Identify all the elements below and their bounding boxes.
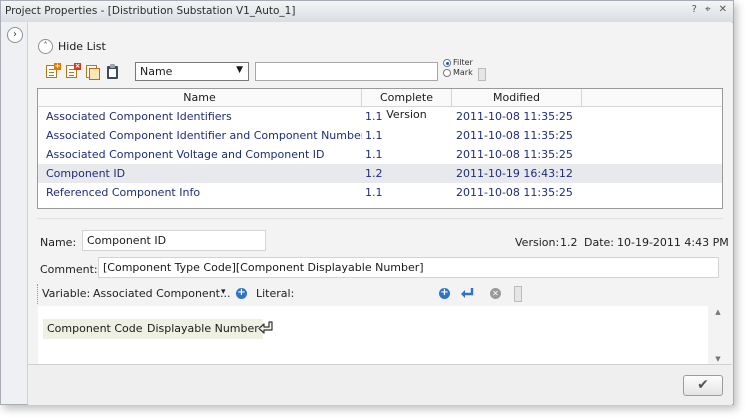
expand-panel-button[interactable]: › [7,27,23,43]
add-variable-icon[interactable]: + [236,288,247,299]
cell-modified: 2011-10-08 11:35:25 [456,148,573,161]
chip-area-scrollbar[interactable]: ▲ ▼ [712,306,724,365]
properties-grid: Name Complete Version Modified Associate… [37,88,723,209]
table-row[interactable]: Associated Component Identifier and Comp… [38,126,722,145]
main-content: ˄ Hide List + × Name ▼ Filter Mark Name … [28,22,732,405]
cell-modified: 2011-10-08 11:35:25 [456,186,573,199]
radio-filter-dot [443,59,451,67]
paste-clipboard-icon[interactable] [104,63,121,80]
hide-list-toggle[interactable]: ˄ Hide List [38,39,106,54]
expression-chip[interactable]: Component Code [43,319,147,339]
radio-filter[interactable]: Filter [443,58,473,68]
cell-name: Component ID [46,167,126,180]
cell-name: Associated Component Identifier and Comp… [46,129,362,142]
cell-version: 1.1 [365,148,383,161]
column-header-empty [582,89,722,106]
window-title: Project Properties - [Distribution Subst… [5,5,296,17]
expression-chip[interactable]: Displayable Number [143,319,263,339]
field-select-value: Name [140,65,173,78]
clear-icon[interactable]: ✕ [490,288,501,299]
dialog-footer: ✔ [28,364,732,405]
cell-name: Referenced Component Info [46,186,201,199]
table-row[interactable]: Referenced Component Info 1.1 2011-10-08… [38,183,722,202]
radio-mark[interactable]: Mark [443,68,473,78]
cell-name: Associated Component Voltage and Compone… [46,148,325,161]
cell-version: 1.1 [365,129,383,142]
field-select[interactable]: Name ▼ [135,62,249,81]
delete-document-icon[interactable]: × [64,62,81,80]
version-label: Version: [515,236,560,249]
filter-mode-radios: Filter Mark [443,58,473,78]
chevron-down-icon[interactable]: ▾ [221,287,226,297]
pin-button[interactable]: ⌖ [705,4,711,15]
cell-modified: 2011-10-08 11:35:25 [456,110,573,123]
column-header-name[interactable]: Name [38,89,362,106]
date-value: 10-19-2011 4:43 PM [617,236,729,249]
filter-input[interactable] [255,62,438,81]
comment-field[interactable]: [Component Type Code][Component Displaya… [98,257,719,278]
hide-list-label: Hide List [58,40,106,53]
scroll-down-icon[interactable]: ▼ [712,355,724,363]
cell-name: Associated Component Identifiers [46,110,232,123]
literal-label: Literal: [256,287,295,300]
title-bar[interactable]: Project Properties - [Distribution Subst… [1,1,733,23]
table-row[interactable]: Associated Component Identifiers 1.1 201… [38,107,722,126]
radio-mark-label: Mark [453,68,473,77]
chevron-up-icon: ˄ [38,39,53,54]
ok-button[interactable]: ✔ [683,375,723,396]
comment-label: Comment: [40,263,98,276]
project-properties-window: Project Properties - [Distribution Subst… [0,0,734,405]
newline-token-icon[interactable] [257,319,275,337]
cell-version: 1.2 [365,167,383,180]
radio-mark-dot [443,69,451,77]
table-row[interactable]: Associated Component Voltage and Compone… [38,145,722,164]
variable-literal-strip: Variable: Associated Component... ▾ + Li… [37,284,524,304]
column-header-version[interactable]: Complete Version [362,89,452,121]
radio-filter-label: Filter [453,58,473,67]
title-bar-controls: ? ⌖ ✕ [692,4,727,15]
add-literal-icon[interactable]: + [439,288,450,299]
cell-modified: 2011-10-08 11:35:25 [456,129,573,142]
insert-enter-icon[interactable] [458,285,476,303]
variable-select[interactable]: Associated Component... [93,287,230,300]
chevron-down-icon: ▼ [236,65,243,75]
help-button[interactable]: ? [692,4,697,15]
expression-chip-area[interactable]: Component Code Displayable Number [38,306,708,365]
date-label: Date: [584,236,614,249]
toolbar-scroll-handle[interactable] [478,68,486,81]
cell-version: 1.1 [365,186,383,199]
variable-label: Variable: [42,287,91,300]
copy-document-icon[interactable] [84,63,101,80]
strip-scroll-handle[interactable] [514,286,522,302]
collapsed-side-panel: › [1,22,28,404]
scroll-up-icon[interactable]: ▲ [712,308,724,316]
close-button[interactable]: ✕ [719,4,727,15]
cell-modified: 2011-10-19 16:43:12 [456,167,573,180]
name-label: Name: [40,236,77,249]
detail-panel: Name: Component ID Version: 1.2 Date: 10… [37,218,729,365]
checkmark-icon: ✔ [697,377,709,393]
version-value: 1.2 [560,236,578,249]
column-header-modified[interactable]: Modified [452,89,582,106]
name-field[interactable]: Component ID [82,230,266,251]
table-row-selected[interactable]: Component ID 1.2 2011-10-19 16:43:12 [38,164,722,183]
new-document-icon[interactable]: + [44,62,61,80]
list-toolbar: + × [44,60,121,82]
grid-header: Name Complete Version Modified [38,89,722,121]
cell-version: 1.1 [365,110,383,123]
